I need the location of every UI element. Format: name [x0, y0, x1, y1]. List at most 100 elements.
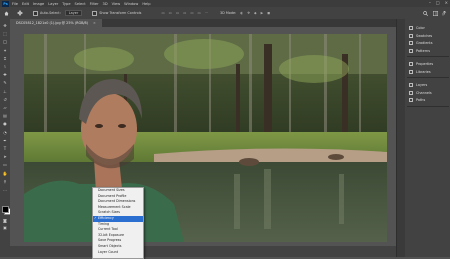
panel-label: Color — [416, 26, 425, 30]
panel-swatches[interactable]: Swatches — [409, 33, 432, 39]
menu-select[interactable]: Select — [75, 2, 86, 6]
edit-toolbar-tool-icon[interactable]: … — [2, 187, 8, 192]
menu-item-label: 32-bit Exposure — [98, 232, 124, 237]
menu-filter[interactable]: Filter — [90, 2, 99, 6]
menu-help[interactable]: Help — [142, 2, 150, 6]
panel-label: Gradients — [416, 41, 433, 45]
menu-3d[interactable]: 3D — [103, 2, 108, 6]
menu-view[interactable]: View — [112, 2, 121, 6]
gradient-tool-icon[interactable]: ▤ — [2, 113, 8, 118]
healing-brush-tool-icon[interactable]: ✚ — [2, 72, 8, 77]
status-info-menu: Document Sizes Document Profile Document D… — [92, 187, 144, 259]
menu-type[interactable]: Type — [62, 2, 70, 6]
auto-select-option[interactable]: Auto-Select: — [33, 10, 61, 16]
panel-libraries[interactable]: Libraries — [409, 69, 431, 75]
panel-color[interactable]: Color — [409, 25, 425, 31]
menu-layer[interactable]: Layer — [48, 2, 58, 6]
eraser-tool-icon[interactable]: ▱ — [2, 105, 8, 110]
panel-label: Channels — [416, 90, 432, 95]
history-brush-tool-icon[interactable]: ↺ — [2, 97, 8, 102]
status-bar — [10, 246, 396, 257]
auto-select-checkbox[interactable] — [33, 10, 38, 16]
document-tab-bar: DSC05812_1821x0 (1).jpg @ 25% (RGB/8) × — [10, 19, 396, 27]
libraries-panel-icon — [409, 69, 413, 74]
panel-label: Libraries — [416, 69, 431, 74]
menu-window[interactable]: Window — [124, 2, 138, 6]
move-tool-preset-icon[interactable] — [17, 10, 23, 16]
menu-item-label: Document Dimensions — [98, 199, 136, 204]
menu-item-label: Current Tool — [98, 227, 118, 232]
dodge-tool-icon[interactable]: ◔ — [2, 130, 8, 135]
paths-panel-icon — [409, 98, 413, 102]
transform-controls-label: Show Transform Controls — [99, 11, 142, 15]
menu-item-label: Save Progress — [98, 238, 122, 243]
close-button[interactable]: × — [445, 0, 448, 5]
panel-separator — [407, 105, 449, 106]
auto-select-label: Auto-Select: — [40, 11, 61, 15]
menu-item-label: Document Profile — [98, 193, 127, 198]
minimize-button[interactable]: – — [429, 0, 431, 5]
document-tab-title: DSC05812_1821x0 (1).jpg @ 25% (RGB/8) — [16, 21, 89, 25]
panel-patterns[interactable]: Patterns — [409, 48, 430, 54]
magic-wand-tool-icon[interactable]: ✦ — [2, 48, 8, 53]
zoom-tool-icon[interactable]: ⚲ — [2, 179, 8, 184]
menu-item-label: Scratch Sizes — [98, 210, 121, 215]
patterns-panel-icon — [409, 48, 413, 53]
properties-panel-icon — [409, 62, 413, 66]
panel-properties[interactable]: Properties — [409, 61, 433, 67]
lasso-tool-icon[interactable]: ◯ — [2, 39, 8, 44]
channels-panel-icon — [409, 90, 413, 95]
menu-image[interactable]: Image — [33, 2, 44, 6]
workspace-icon[interactable] — [433, 10, 438, 16]
path-selection-tool-icon[interactable]: ➤ — [2, 154, 8, 159]
pen-tool-icon[interactable]: ✒ — [2, 138, 8, 143]
hand-tool-icon[interactable]: ✋ — [2, 171, 8, 176]
move-tool-icon[interactable]: ✥ — [2, 23, 8, 28]
blur-tool-icon[interactable]: ● — [2, 121, 8, 126]
quick-mask-icon[interactable]: ◙ — [2, 218, 8, 223]
auto-select-dropdown[interactable]: Layer — [64, 10, 83, 16]
panel-label: Swatches — [416, 33, 433, 38]
eyedropper-tool-icon[interactable]: ⌇ — [2, 64, 8, 69]
swatches-panel-icon — [409, 33, 413, 38]
panel-paths[interactable]: Paths — [409, 97, 425, 103]
3d-mode-icons[interactable]: ◐ ✥ ◆ ▶ ◼ — [240, 11, 270, 15]
marquee-tool-icon[interactable]: ⬚ — [2, 31, 8, 36]
document-tab-close-icon[interactable]: × — [93, 21, 96, 25]
align-icons[interactable]: ▭ ▭ ▭ ▭ ▭ ▭ ··· — [161, 11, 208, 15]
screen-mode-icon[interactable]: ▣ — [2, 225, 8, 230]
rectangle-tool-icon[interactable]: ▭ — [2, 162, 8, 167]
menu-file[interactable]: File — [12, 2, 18, 6]
panel-label: Layers — [416, 83, 428, 87]
document-image[interactable] — [24, 34, 387, 242]
brush-tool-icon[interactable]: ✎ — [2, 80, 8, 85]
menu-item-label: Measurement Scale — [98, 204, 131, 209]
panel-layers[interactable]: Layers — [409, 82, 427, 88]
search-icon[interactable] — [423, 10, 428, 16]
crop-tool-icon[interactable]: ⌗ — [2, 56, 8, 61]
panel-label: Properties — [416, 62, 434, 66]
menu-item-label: Document Sizes — [98, 188, 125, 192]
menu-item-label: Efficiency — [98, 215, 114, 220]
panel-channels[interactable]: Channels — [409, 90, 432, 96]
panel-separator — [407, 77, 449, 78]
panel-gradients[interactable]: Gradients — [409, 40, 433, 46]
transform-controls-checkbox[interactable] — [92, 10, 98, 16]
type-tool-icon[interactable]: T — [2, 146, 8, 151]
home-icon[interactable] — [4, 11, 9, 16]
menu-item-layer-count[interactable]: Layer Count — [93, 250, 143, 256]
clone-stamp-tool-icon[interactable]: ⊥ — [2, 89, 8, 94]
share-icon[interactable] — [442, 10, 447, 16]
document-tab[interactable]: DSC05812_1821x0 (1).jpg @ 25% (RGB/8) × — [10, 19, 102, 27]
panel-label: Paths — [416, 98, 426, 102]
foreground-color-swatch[interactable] — [2, 206, 9, 213]
menu-bar: Ps File Edit Image Layer Type Select Fil… — [0, 0, 450, 7]
transform-controls-option[interactable]: Show Transform Controls — [92, 10, 142, 16]
menu-item-label: Smart Objects — [98, 243, 122, 248]
maximize-button[interactable]: □ — [436, 0, 440, 5]
color-panel-icon — [409, 26, 413, 30]
collapsed-panel-strip — [397, 19, 405, 257]
panel-label: Patterns — [416, 48, 430, 53]
right-panels: Color Swatches Gradients Patterns Properties… — [396, 19, 450, 257]
menu-edit[interactable]: Edit — [22, 2, 29, 6]
